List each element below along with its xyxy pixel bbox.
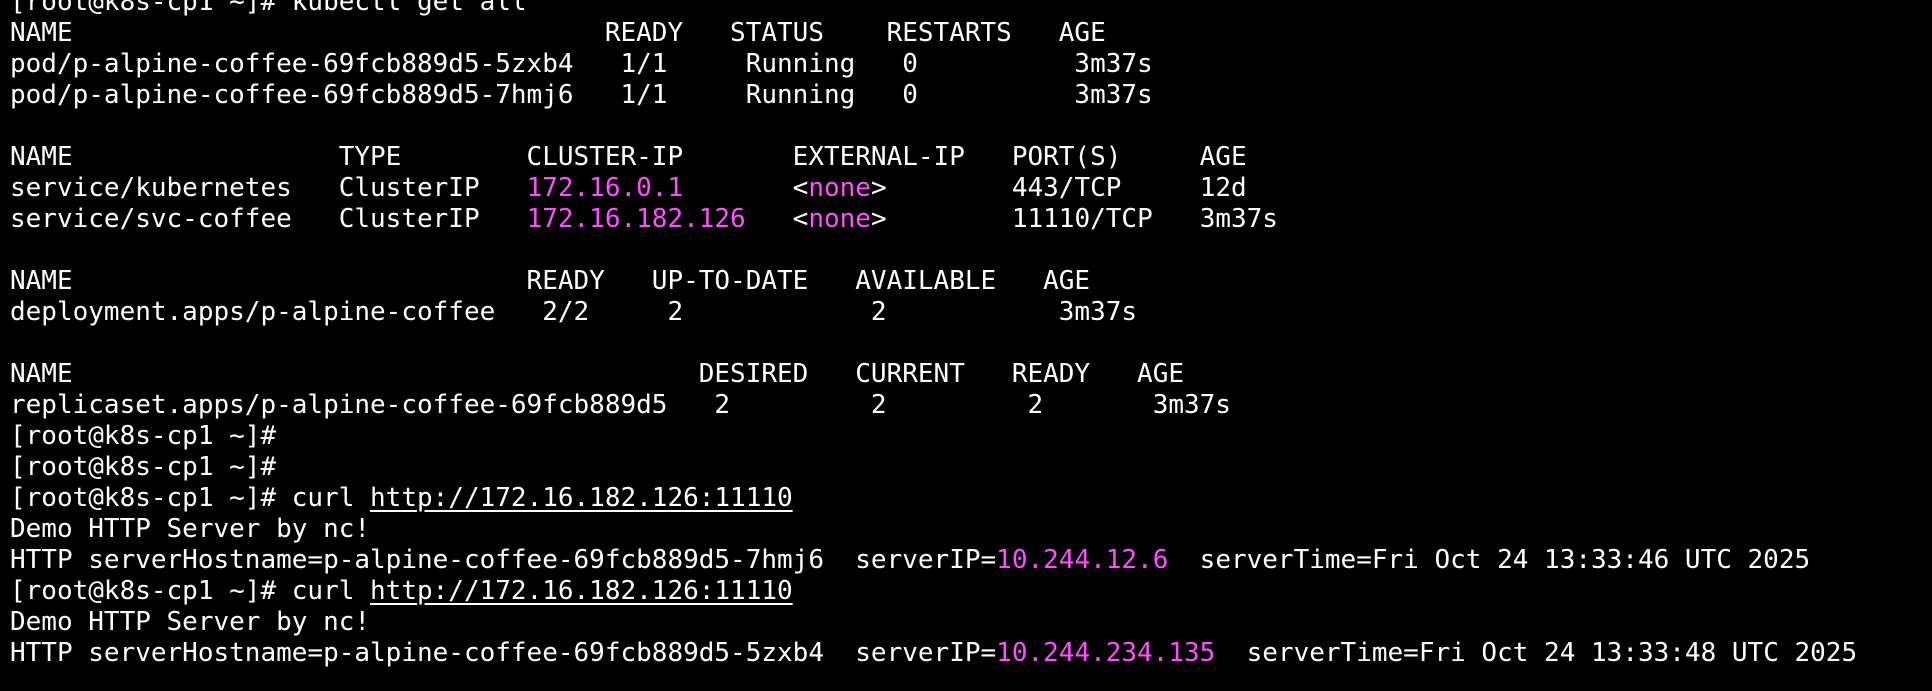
terminal-text: HTTP serverHostname=p-alpine-coffee-69fc… <box>10 638 997 668</box>
terminal-text: pod/p-alpine-coffee-69fcb889d5-5zxb4 1/1… <box>10 49 1153 79</box>
terminal-line: HTTP serverHostname=p-alpine-coffee-69fc… <box>10 545 1857 576</box>
terminal-text: service/svc-coffee ClusterIP <box>10 204 527 234</box>
terminal-text: Demo HTTP Server by nc! <box>10 514 371 544</box>
terminal-text: deployment.apps/p-alpine-coffee 2/2 2 2 … <box>10 297 1138 327</box>
terminal-text: > 11110/TCP 3m37s <box>870 204 1278 234</box>
terminal-line: [root@k8s-cp1 ~]# curl http://172.16.182… <box>10 576 1857 607</box>
url-link[interactable]: http://172.16.182.126:11110 <box>370 576 793 606</box>
terminal-line: replicaset.apps/p-alpine-coffee-69fcb889… <box>10 390 1857 421</box>
terminal-text: HTTP serverHostname=p-alpine-coffee-69fc… <box>10 545 997 575</box>
terminal-text: Demo HTTP Server by nc! <box>10 607 371 637</box>
highlighted-value: 172.16.182.126 <box>526 204 746 234</box>
terminal-text: < <box>745 204 809 234</box>
terminal-text: > 443/TCP 12d <box>870 173 1247 203</box>
terminal-line: pod/p-alpine-coffee-69fcb889d5-5zxb4 1/1… <box>10 49 1857 80</box>
terminal-line: HTTP serverHostname=p-alpine-coffee-69fc… <box>10 638 1857 669</box>
terminal-line: [root@k8s-cp1 ~]# <box>10 452 1857 483</box>
terminal-text: replicaset.apps/p-alpine-coffee-69fcb889… <box>10 390 1231 420</box>
terminal-output: [root@k8s-cp1 ~]# kubectl get all NAME RE… <box>10 0 1857 669</box>
terminal-text: pod/p-alpine-coffee-69fcb889d5-7hmj6 1/1… <box>10 80 1153 110</box>
terminal-text: [root@k8s-cp1 ~]# curl <box>10 576 371 606</box>
terminal-text: serverTime=Fri Oct 24 13:33:46 UTC 2025 <box>1168 545 1811 575</box>
terminal-line: NAME DESIRED CURRENT READY AGE <box>10 359 1857 390</box>
terminal-text: serverTime=Fri Oct 24 13:33:48 UTC 2025 <box>1215 638 1858 668</box>
terminal-text: [root@k8s-cp1 ~]# <box>10 421 277 451</box>
terminal-line: service/kubernetes ClusterIP 172.16.0.1 … <box>10 173 1857 204</box>
terminal-text: kubectl get all <box>291 0 527 17</box>
highlighted-value: 172.16.0.1 <box>526 173 684 203</box>
terminal-text: service/kubernetes ClusterIP <box>10 173 527 203</box>
url-link[interactable]: http://172.16.182.126:11110 <box>370 483 793 513</box>
terminal-line: NAME TYPE CLUSTER-IP EXTERNAL-IP PORT(S)… <box>10 142 1857 173</box>
terminal-line: service/svc-coffee ClusterIP 172.16.182.… <box>10 204 1857 235</box>
terminal-line: deployment.apps/p-alpine-coffee 2/2 2 2 … <box>10 297 1857 328</box>
terminal-line: pod/p-alpine-coffee-69fcb889d5-7hmj6 1/1… <box>10 80 1857 111</box>
terminal-text: NAME DESIRED CURRENT READY AGE <box>10 359 1184 389</box>
terminal-line: Demo HTTP Server by nc! <box>10 514 1857 545</box>
highlighted-value: 10.244.12.6 <box>996 545 1169 575</box>
highlighted-value: none <box>808 204 871 234</box>
terminal-line: NAME READY UP-TO-DATE AVAILABLE AGE <box>10 266 1857 297</box>
terminal-line: [root@k8s-cp1 ~]# kubectl get all <box>10 0 1857 18</box>
terminal-text: < <box>683 173 809 203</box>
highlighted-value: none <box>808 173 871 203</box>
terminal-text: [root@k8s-cp1 ~]# curl <box>10 483 371 513</box>
terminal-text: NAME READY STATUS RESTARTS AGE <box>10 18 1106 48</box>
terminal-text: [root@k8s-cp1 ~]# <box>10 452 277 482</box>
terminal-line: [root@k8s-cp1 ~]# <box>10 421 1857 452</box>
terminal-window[interactable]: [root@k8s-cp1 ~]# kubectl get all NAME RE… <box>0 0 1932 691</box>
terminal-line: Demo HTTP Server by nc! <box>10 607 1857 638</box>
terminal-text: NAME READY UP-TO-DATE AVAILABLE AGE <box>10 266 1091 296</box>
terminal-line: NAME READY STATUS RESTARTS AGE <box>10 18 1857 49</box>
terminal-text: [root@k8s-cp1 ~]# <box>10 0 292 17</box>
terminal-text: NAME TYPE CLUSTER-IP EXTERNAL-IP PORT(S)… <box>10 142 1247 172</box>
highlighted-value: 10.244.234.135 <box>996 638 1216 668</box>
terminal-line: [root@k8s-cp1 ~]# curl http://172.16.182… <box>10 483 1857 514</box>
